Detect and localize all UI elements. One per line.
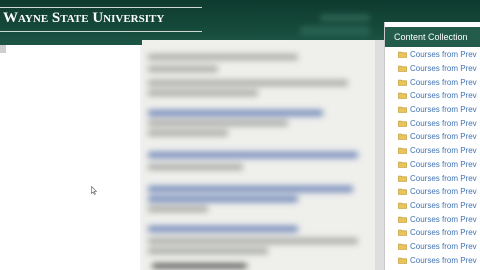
folder-icon bbox=[398, 202, 407, 209]
content-collection-item[interactable]: Courses from Prev bbox=[385, 75, 480, 89]
folder-icon bbox=[398, 229, 407, 237]
folder-icon bbox=[398, 120, 407, 127]
content-collection-item-label[interactable]: Courses from Prev bbox=[410, 174, 477, 183]
content-collection-item[interactable]: Courses from Prev bbox=[385, 103, 480, 117]
blurred-text-line bbox=[148, 90, 258, 96]
content-collection-header[interactable]: Content Collection bbox=[385, 27, 480, 47]
folder-icon bbox=[398, 175, 407, 182]
panel-collapse-tab[interactable] bbox=[0, 45, 6, 53]
content-collection-item-label[interactable]: Courses from Prev bbox=[410, 119, 477, 128]
mouse-pointer-icon bbox=[91, 186, 97, 195]
blurred-link-line bbox=[148, 110, 323, 116]
banner-rule-bottom bbox=[0, 31, 202, 32]
content-collection-item[interactable]: Courses from Prev bbox=[385, 144, 480, 158]
blurred-link-line bbox=[148, 152, 358, 158]
content-collection-item-label[interactable]: Courses from Prev bbox=[410, 187, 477, 196]
folder-icon bbox=[398, 51, 407, 59]
folder-icon bbox=[398, 257, 407, 264]
scroll-gutter[interactable] bbox=[375, 40, 384, 270]
content-collection-item-label[interactable]: Courses from Prev bbox=[410, 132, 477, 141]
folder-icon bbox=[398, 92, 407, 100]
blurred-text-line bbox=[148, 66, 218, 72]
blurred-main-content bbox=[142, 40, 375, 270]
content-collection-item-label[interactable]: Courses from Prev bbox=[410, 256, 477, 265]
content-collection-panel: Content Collection Courses from Prev Cour… bbox=[384, 22, 480, 270]
folder-icon bbox=[398, 161, 407, 168]
folder-icon bbox=[398, 188, 407, 196]
content-collection-item[interactable]: Courses from Prev bbox=[385, 48, 480, 62]
blurred-text-line bbox=[148, 80, 348, 86]
folder-icon bbox=[398, 216, 407, 223]
content-collection-item-label[interactable]: Courses from Prev bbox=[410, 105, 477, 114]
content-collection-item[interactable]: Courses from Prev bbox=[385, 226, 480, 240]
content-collection-item[interactable]: Courses from Prev bbox=[385, 240, 480, 254]
blurred-text-line bbox=[148, 164, 243, 170]
content-collection-item-label[interactable]: Courses from Prev bbox=[410, 78, 477, 87]
content-collection-item[interactable]: Courses from Prev bbox=[385, 185, 480, 199]
content-collection-item[interactable]: Courses from Prev bbox=[385, 62, 480, 76]
folder-icon bbox=[398, 106, 407, 113]
content-collection-item-label[interactable]: Courses from Prev bbox=[410, 160, 477, 169]
content-collection-item-label[interactable]: Courses from Prev bbox=[410, 201, 477, 210]
content-collection-item-label[interactable]: Courses from Prev bbox=[410, 64, 477, 73]
blurred-text-line bbox=[148, 120, 288, 126]
left-navigation-panel bbox=[0, 45, 140, 270]
content-collection-item[interactable]: Courses from Prev bbox=[385, 212, 480, 226]
content-collection-item[interactable]: Courses from Prev bbox=[385, 158, 480, 172]
content-collection-list: Courses from Prev Courses from Prev Course… bbox=[385, 48, 480, 267]
content-collection-item-label[interactable]: Courses from Prev bbox=[410, 146, 477, 155]
blurred-header-link bbox=[320, 14, 370, 22]
blurred-link-line bbox=[148, 226, 298, 232]
folder-icon bbox=[398, 79, 407, 86]
content-collection-item[interactable]: Courses from Prev bbox=[385, 171, 480, 185]
content-collection-item[interactable]: Courses from Prev bbox=[385, 130, 480, 144]
folder-icon bbox=[398, 243, 407, 250]
blurred-dark-line bbox=[152, 264, 247, 268]
blurred-text-line bbox=[148, 54, 298, 60]
blurred-link-line bbox=[148, 186, 353, 192]
content-collection-item-label[interactable]: Courses from Prev bbox=[410, 91, 477, 100]
content-collection-item-label[interactable]: Courses from Prev bbox=[410, 50, 477, 59]
blurred-link-line bbox=[148, 196, 298, 202]
content-collection-item-label[interactable]: Courses from Prev bbox=[410, 242, 477, 251]
content-collection-item-label[interactable]: Courses from Prev bbox=[410, 215, 477, 224]
folder-icon bbox=[398, 133, 407, 141]
banner-rule-top bbox=[0, 7, 202, 8]
folder-icon bbox=[398, 147, 407, 154]
folder-icon bbox=[398, 65, 407, 72]
content-collection-item[interactable]: Courses from Prev bbox=[385, 253, 480, 267]
blurred-text-line bbox=[148, 130, 228, 136]
university-logo-text[interactable]: Wayne State University bbox=[3, 10, 164, 27]
content-collection-item[interactable]: Courses from Prev bbox=[385, 116, 480, 130]
content-collection-item[interactable]: Courses from Prev bbox=[385, 89, 480, 103]
blurred-header-nav bbox=[300, 26, 370, 36]
content-collection-item-label[interactable]: Courses from Prev bbox=[410, 228, 477, 237]
blurred-text-line bbox=[148, 248, 268, 254]
blurred-text-line bbox=[148, 238, 358, 244]
blurred-text-line bbox=[148, 206, 208, 212]
content-collection-item[interactable]: Courses from Prev bbox=[385, 199, 480, 213]
